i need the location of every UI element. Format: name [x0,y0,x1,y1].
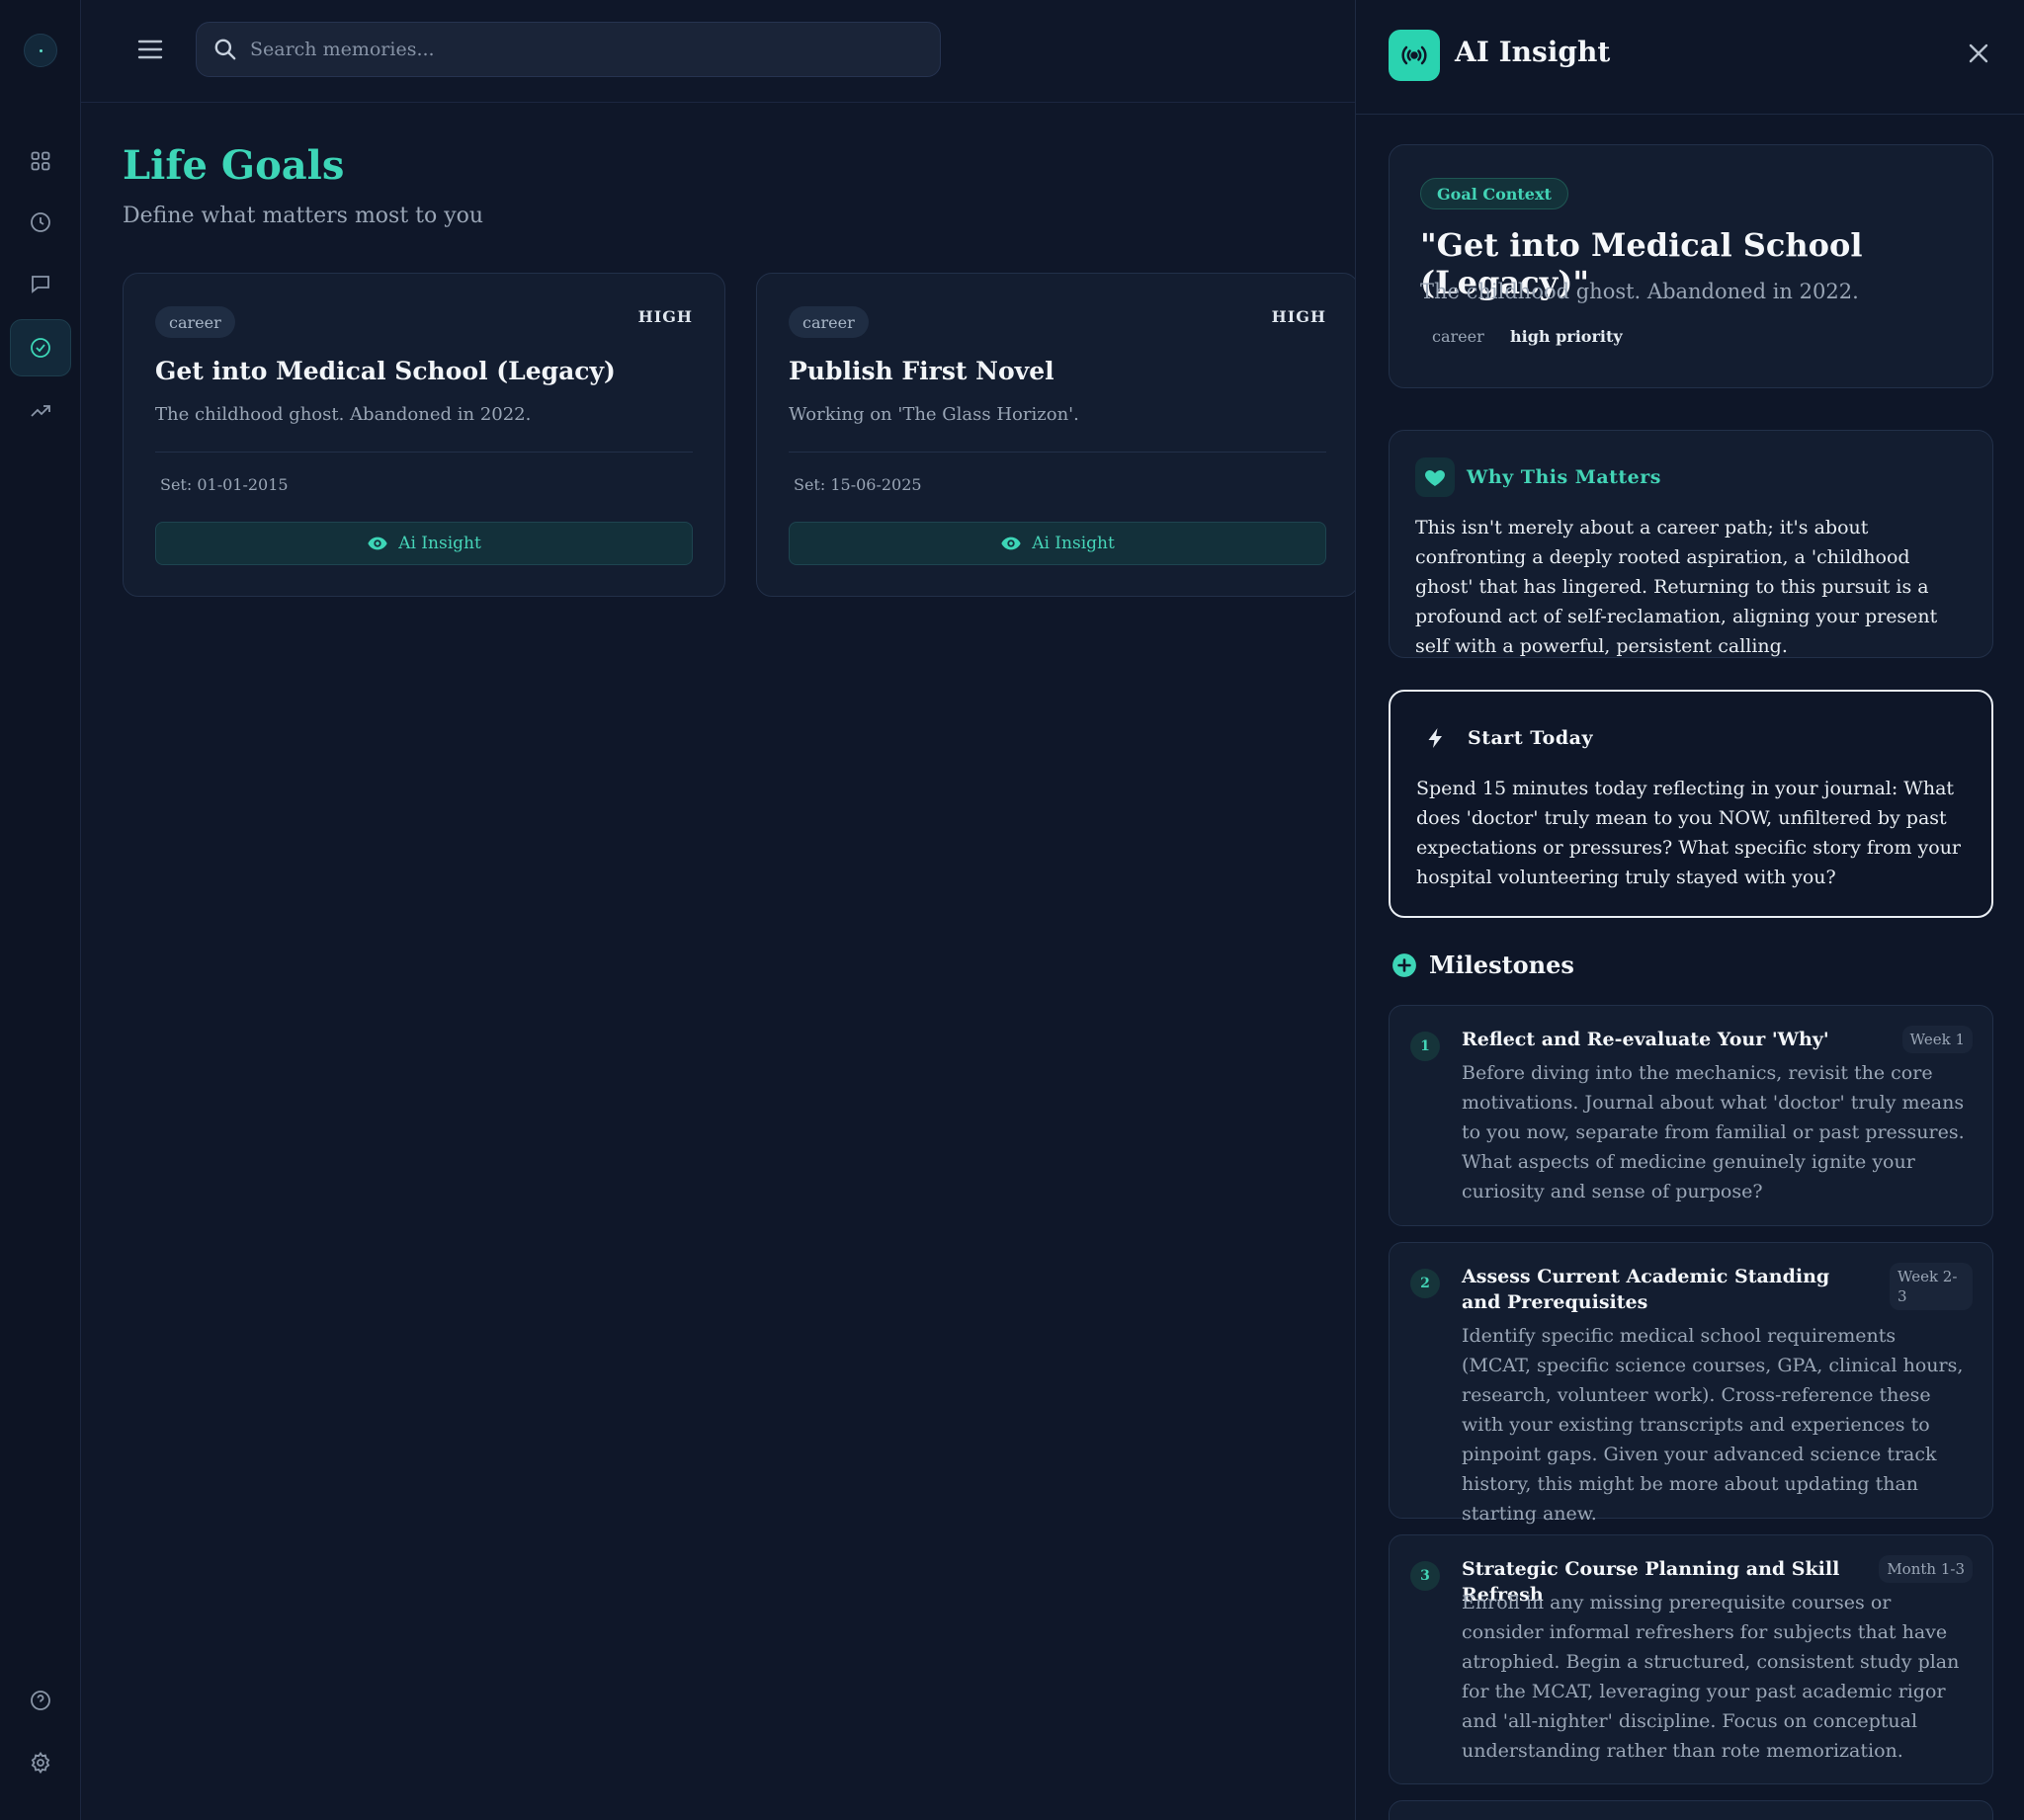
nav-insights[interactable] [10,382,71,440]
start-text: Spend 15 minutes today reflecting in you… [1416,778,1962,888]
plus-circle-icon [1392,952,1416,977]
goal-date: Set: 01-01-2015 [160,475,289,494]
milestone-number: 2 [1410,1269,1440,1298]
nav-help[interactable] [10,1672,71,1729]
close-button[interactable] [1963,38,1994,69]
ai-insight-panel: AI Insight Goal Context "Get into Medica… [1355,0,2024,1820]
context-description: The childhood ghost. Abandoned in 2022. [1420,280,1859,303]
trending-icon [31,405,50,417]
goal-description: Working on 'The Glass Horizon'. [789,404,1079,425]
milestone-timeframe: Week 2-3 [1890,1263,1973,1310]
divider [155,452,693,453]
top-bar [81,0,1355,103]
ai-insight-label: Ai Insight [398,534,481,553]
nav-chat[interactable] [10,255,71,312]
close-icon [1969,43,1988,63]
page-title: Life Goals [123,142,345,189]
milestone-timeframe: Month 1-3 [1879,1555,1973,1583]
milestones-label: Milestones [1429,951,1574,979]
broadcast-icon [1389,30,1440,81]
check-circle-icon [31,338,50,358]
context-category: career [1432,327,1484,346]
priority-label: HIGH [1271,307,1326,326]
milestone-title: Reflect and Re-evaluate Your 'Why' [1462,1029,1829,1050]
panel-title: AI Insight [1455,36,1611,68]
why-text: This isn't merely about a career path; i… [1415,517,1938,657]
milestone-item: 2 Assess Current Academic Standing and P… [1389,1242,1993,1525]
clock-icon [31,212,50,232]
help-icon [31,1691,50,1710]
milestone-timeframe: Week 1 [1901,1026,1973,1053]
app-logo[interactable] [24,34,57,67]
nav-timeline[interactable] [10,194,71,251]
milestone-number: 1 [1410,1032,1440,1061]
goal-title: Get into Medical School (Legacy) [155,357,616,385]
gear-icon [31,1751,50,1775]
start-label: Start Today [1468,727,1593,749]
ai-insight-label: Ai Insight [1032,534,1115,553]
menu-button[interactable] [134,34,166,65]
left-rail [0,0,81,1820]
goal-card[interactable]: career HIGH Publish First Novel Working … [756,273,1359,597]
ai-insight-button[interactable]: Ai Insight [789,522,1326,565]
milestones-header: Milestones [1392,951,1574,979]
priority-label: HIGH [637,307,693,326]
ai-insight-button[interactable]: Ai Insight [155,522,693,565]
goal-context-card: Goal Context "Get into Medical School (L… [1389,144,1993,388]
goal-title: Publish First Novel [789,357,1054,385]
chat-icon [32,276,49,293]
hamburger-icon [137,40,163,59]
milestone-title: Assess Current Academic Standing and Pre… [1462,1266,1830,1313]
milestone-item-partial [1389,1800,1993,1820]
goal-context-badge: Goal Context [1420,178,1568,209]
nav-settings[interactable] [10,1734,71,1791]
start-header: Start Today [1416,718,1593,758]
lightning-icon [1416,718,1456,758]
eye-icon [1001,537,1021,550]
goal-description: The childhood ghost. Abandoned in 2022. [155,404,532,425]
milestone-text: Before diving into the mechanics, revisi… [1462,1062,1965,1202]
milestone-item: 3 Strategic Course Planning and Skill Re… [1389,1534,1993,1784]
why-this-matters-card: Why This Matters This isn't merely about… [1389,430,1993,658]
milestone-number: 3 [1410,1561,1440,1591]
heart-icon [1415,457,1455,497]
category-tag: career [789,306,869,338]
why-header: Why This Matters [1415,457,1661,497]
search-icon [214,39,236,60]
search-bar[interactable] [196,22,941,77]
why-label: Why This Matters [1467,466,1661,488]
eye-icon [368,537,387,550]
context-priority: high priority [1510,327,1623,346]
start-today-card: Start Today Spend 15 minutes today refle… [1389,690,1993,918]
search-input[interactable] [250,39,922,60]
page-subtitle: Define what matters most to you [123,204,484,228]
category-tag: career [155,306,235,338]
nav-dashboard[interactable] [10,132,71,190]
milestone-item: 1 Reflect and Re-evaluate Your 'Why' Wee… [1389,1005,1993,1226]
divider [789,452,1326,453]
milestone-text: Identify specific medical school require… [1462,1325,1964,1525]
goal-date: Set: 15-06-2025 [794,475,922,494]
panel-header: AI Insight [1356,0,2024,115]
milestone-text: Enroll in any missing prerequisite cours… [1462,1592,1960,1762]
nav-goals[interactable] [10,319,71,376]
grid-icon [31,151,50,171]
goal-card[interactable]: career HIGH Get into Medical School (Leg… [123,273,725,597]
